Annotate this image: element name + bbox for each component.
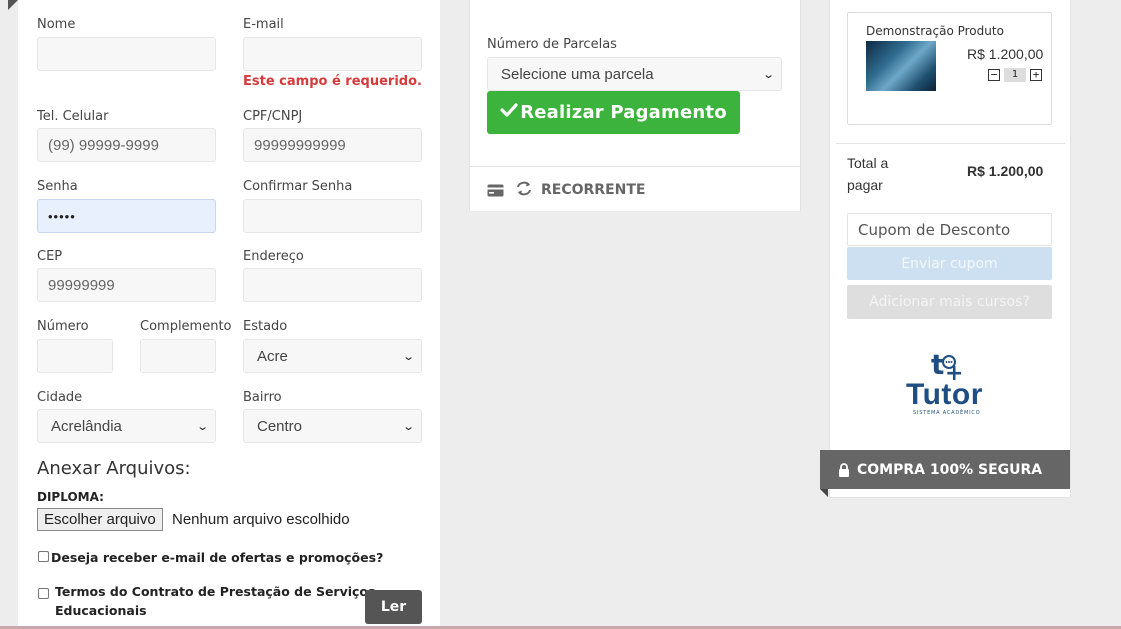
diploma-label: DIPLOMA:: [37, 490, 104, 504]
email-label: E-mail: [243, 17, 284, 32]
endereco-input[interactable]: [243, 268, 422, 302]
nome-label: Nome: [37, 17, 76, 32]
increase-quantity-icon[interactable]: +: [1030, 69, 1042, 81]
cpf-label: CPF/CNPJ: [243, 109, 303, 124]
tutor-logo-text: Tutor: [906, 378, 983, 411]
no-file-chosen-text: Nenhum arquivo escolhido: [172, 511, 350, 528]
termos-checkbox[interactable]: [38, 588, 49, 599]
chevron-down-icon: ⌄: [401, 350, 415, 363]
cep-label: CEP: [37, 249, 63, 264]
cep-input[interactable]: 99999999: [37, 268, 216, 302]
secure-purchase-bar: COMPRA 100% SEGURA: [820, 450, 1070, 489]
add-courses-button[interactable]: Adicionar mais cursos?: [847, 285, 1052, 319]
ofertas-checkbox[interactable]: [38, 551, 49, 562]
total-label-line2: pagar: [847, 177, 883, 193]
secure-bar-fold: [820, 489, 828, 497]
lock-icon: [838, 462, 850, 477]
recorrente-tab[interactable]: RECORRENTE: [541, 182, 645, 198]
email-input[interactable]: [243, 37, 422, 71]
estado-value: Acre: [257, 347, 288, 365]
total-label: Total a pagar: [847, 152, 888, 196]
payment-divider: [469, 166, 801, 167]
ler-button[interactable]: Ler: [365, 590, 422, 624]
product-thumbnail: [866, 41, 936, 91]
quantity-value[interactable]: 1: [1004, 68, 1026, 82]
recurring-arrows-icon: [516, 181, 532, 200]
chevron-down-icon: ⌄: [401, 420, 415, 433]
email-error-message: Este campo é requerido.: [243, 74, 422, 89]
cidade-select[interactable]: Acrelândia ⌄: [37, 409, 216, 443]
check-icon: [500, 102, 518, 123]
celular-label: Tel. Celular: [37, 109, 109, 124]
complemento-label: Complemento: [140, 319, 232, 334]
bairro-value: Centro: [257, 417, 303, 435]
confirmar-senha-label: Confirmar Senha: [243, 179, 353, 194]
total-label-line1: Total a: [847, 155, 889, 171]
cpf-input[interactable]: 99999999999: [243, 128, 422, 162]
termos-label-line2: Educacionais: [55, 603, 147, 618]
coupon-input[interactable]: Cupom de Desconto: [847, 213, 1052, 246]
cpf-placeholder: 99999999999: [254, 136, 346, 154]
complemento-input[interactable]: [140, 339, 216, 373]
chevron-down-icon: ⌄: [761, 68, 775, 81]
realizar-pagamento-label: Realizar Pagamento: [520, 102, 727, 123]
bairro-select[interactable]: Centro ⌄: [243, 409, 422, 443]
choose-file-button[interactable]: Escolher arquivo: [37, 508, 163, 531]
cep-placeholder: 99999999: [48, 276, 115, 294]
parcelas-value: Selecione uma parcela: [501, 65, 654, 83]
corner-fold: [8, 0, 18, 10]
svg-text:t: t: [931, 348, 944, 381]
ofertas-label: Deseja receber e-mail de ofertas e promo…: [51, 550, 384, 565]
registration-form: [18, 0, 440, 629]
senha-input[interactable]: •••••: [37, 199, 216, 233]
tutor-logo-subtitle: SISTEMA ACADÊMICO: [913, 410, 981, 416]
cart-divider: [836, 143, 1065, 144]
cidade-label: Cidade: [37, 390, 83, 405]
parcelas-select[interactable]: Selecione uma parcela ⌄: [487, 57, 782, 91]
credit-card-icon: [487, 182, 504, 201]
product-price: R$ 1.200,00: [967, 46, 1044, 62]
realizar-pagamento-button[interactable]: Realizar Pagamento: [487, 91, 740, 134]
secure-purchase-label: COMPRA 100% SEGURA: [857, 461, 1043, 478]
celular-placeholder: (99) 99999-9999: [48, 136, 159, 154]
bairro-label: Bairro: [243, 390, 282, 405]
senha-label: Senha: [37, 179, 78, 194]
estado-select[interactable]: Acre ⌄: [243, 339, 422, 373]
total-value: R$ 1.200,00: [967, 163, 1044, 179]
anexar-arquivos-title: Anexar Arquivos:: [37, 458, 191, 479]
cidade-value: Acrelândia: [51, 417, 122, 435]
endereco-label: Endereço: [243, 249, 304, 264]
coupon-placeholder: Cupom de Desconto: [858, 220, 1011, 239]
celular-input[interactable]: (99) 99999-9999: [37, 128, 216, 162]
numero-input[interactable]: [37, 339, 113, 373]
nome-input[interactable]: [37, 37, 216, 71]
senha-value: •••••: [48, 208, 76, 224]
termos-label-line1: Termos do Contrato de Prestação de Servi…: [55, 584, 376, 599]
parcelas-label: Número de Parcelas: [487, 37, 617, 52]
product-name: Demonstração Produto: [866, 24, 1004, 38]
estado-label: Estado: [243, 319, 288, 334]
confirmar-senha-input[interactable]: [243, 199, 422, 233]
send-coupon-button[interactable]: Enviar cupom: [847, 247, 1052, 280]
numero-label: Número: [37, 319, 89, 334]
chevron-down-icon: ⌄: [195, 420, 209, 433]
decrease-quantity-icon[interactable]: −: [988, 69, 1000, 81]
